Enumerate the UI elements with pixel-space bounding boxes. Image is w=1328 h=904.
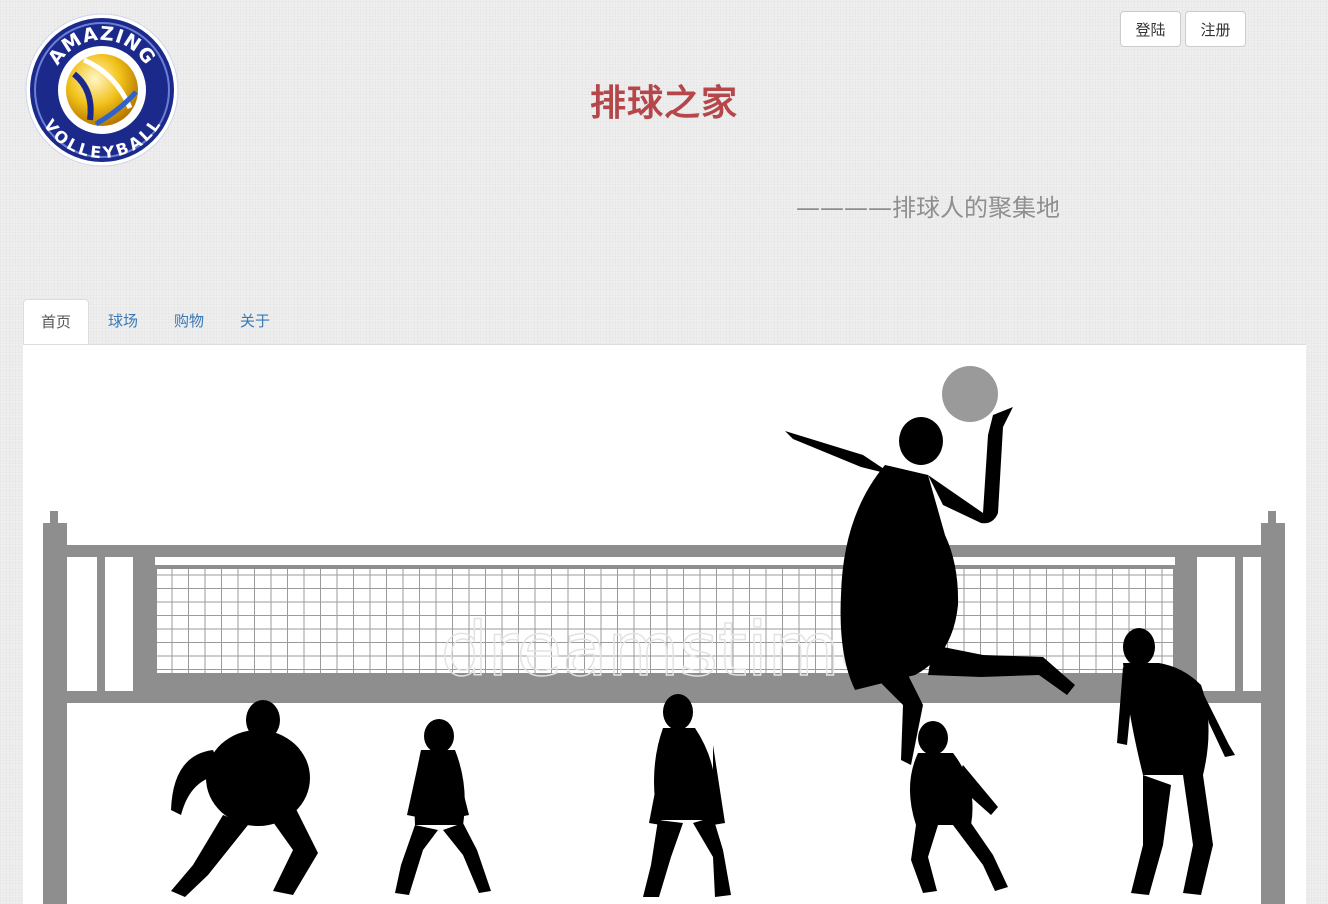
register-button[interactable]: 注册 bbox=[1185, 11, 1246, 47]
player-silhouette-1 bbox=[171, 700, 318, 897]
player-silhouette-5 bbox=[909, 721, 1008, 893]
tab-content-panel: dreamstime bbox=[23, 344, 1306, 904]
volleyball-ball bbox=[942, 366, 998, 422]
site-subtitle: ————排球人的聚集地 bbox=[796, 194, 1060, 222]
watermark-text: dreamstime bbox=[441, 607, 885, 693]
site-title: 排球之家 bbox=[589, 83, 738, 124]
player-silhouette-3 bbox=[643, 694, 731, 897]
login-button[interactable]: 登陆 bbox=[1120, 11, 1181, 47]
volleyball-banner-image: dreamstime bbox=[43, 366, 1285, 904]
tab-courts[interactable]: 球场 bbox=[91, 299, 155, 344]
tab-home[interactable]: 首页 bbox=[23, 299, 90, 345]
main-tabs: 首页 球场 购物 关于 bbox=[23, 299, 289, 345]
tab-about[interactable]: 关于 bbox=[223, 299, 287, 344]
player-silhouette-2 bbox=[395, 719, 491, 895]
tab-shopping[interactable]: 购物 bbox=[157, 299, 221, 344]
player-silhouette-6 bbox=[1117, 628, 1235, 895]
